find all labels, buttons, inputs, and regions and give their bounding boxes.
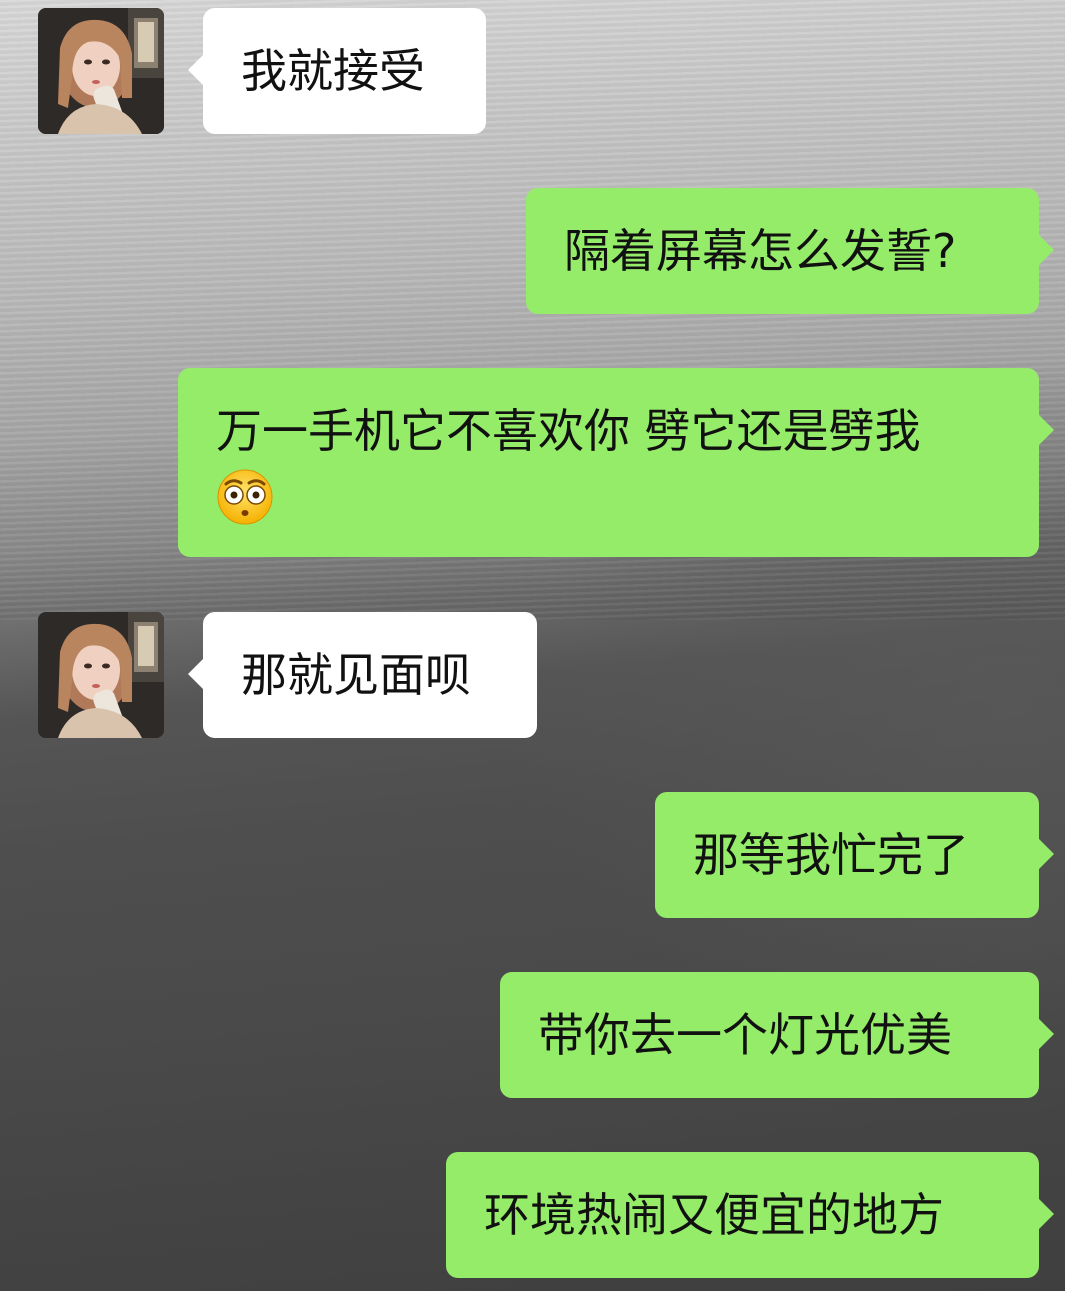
avatar-portrait-image <box>38 8 164 134</box>
message-text: 万一手机它不喜欢你 劈它还是劈我 <box>216 404 921 458</box>
message-emoji-line <box>216 462 1039 524</box>
avatar-portrait-image <box>38 612 164 738</box>
outgoing-message-bubble[interactable]: 带你去一个灯光优美 <box>500 972 1054 1098</box>
contact-avatar[interactable] <box>38 612 164 738</box>
incoming-message-bubble[interactable]: 那就见面呗 <box>188 612 537 738</box>
flushed-face-emoji-icon <box>217 469 273 524</box>
incoming-message-bubble[interactable]: 我就接受 <box>188 8 486 134</box>
message-text: 那就见面呗 <box>241 648 471 702</box>
outgoing-message-bubble[interactable]: 那等我忙完了 <box>655 792 1054 918</box>
message-text: 带你去一个灯光优美 <box>538 1008 952 1062</box>
message-text: 隔着屏幕怎么发誓? <box>564 224 957 278</box>
chat-message-list[interactable]: 我就接受 隔着屏幕怎么发誓? 万一手机它不喜欢你 劈它还是劈我 那就见面呗 那等… <box>0 0 1065 1291</box>
outgoing-message-bubble[interactable]: 隔着屏幕怎么发誓? <box>526 188 1054 314</box>
message-text: 那等我忙完了 <box>693 828 969 882</box>
message-text: 环境热闹又便宜的地方 <box>484 1188 944 1242</box>
outgoing-message-bubble[interactable]: 万一手机它不喜欢你 劈它还是劈我 <box>178 368 1054 557</box>
contact-avatar[interactable] <box>38 8 164 134</box>
outgoing-message-bubble[interactable]: 环境热闹又便宜的地方 <box>446 1152 1054 1278</box>
message-text: 我就接受 <box>241 44 425 98</box>
